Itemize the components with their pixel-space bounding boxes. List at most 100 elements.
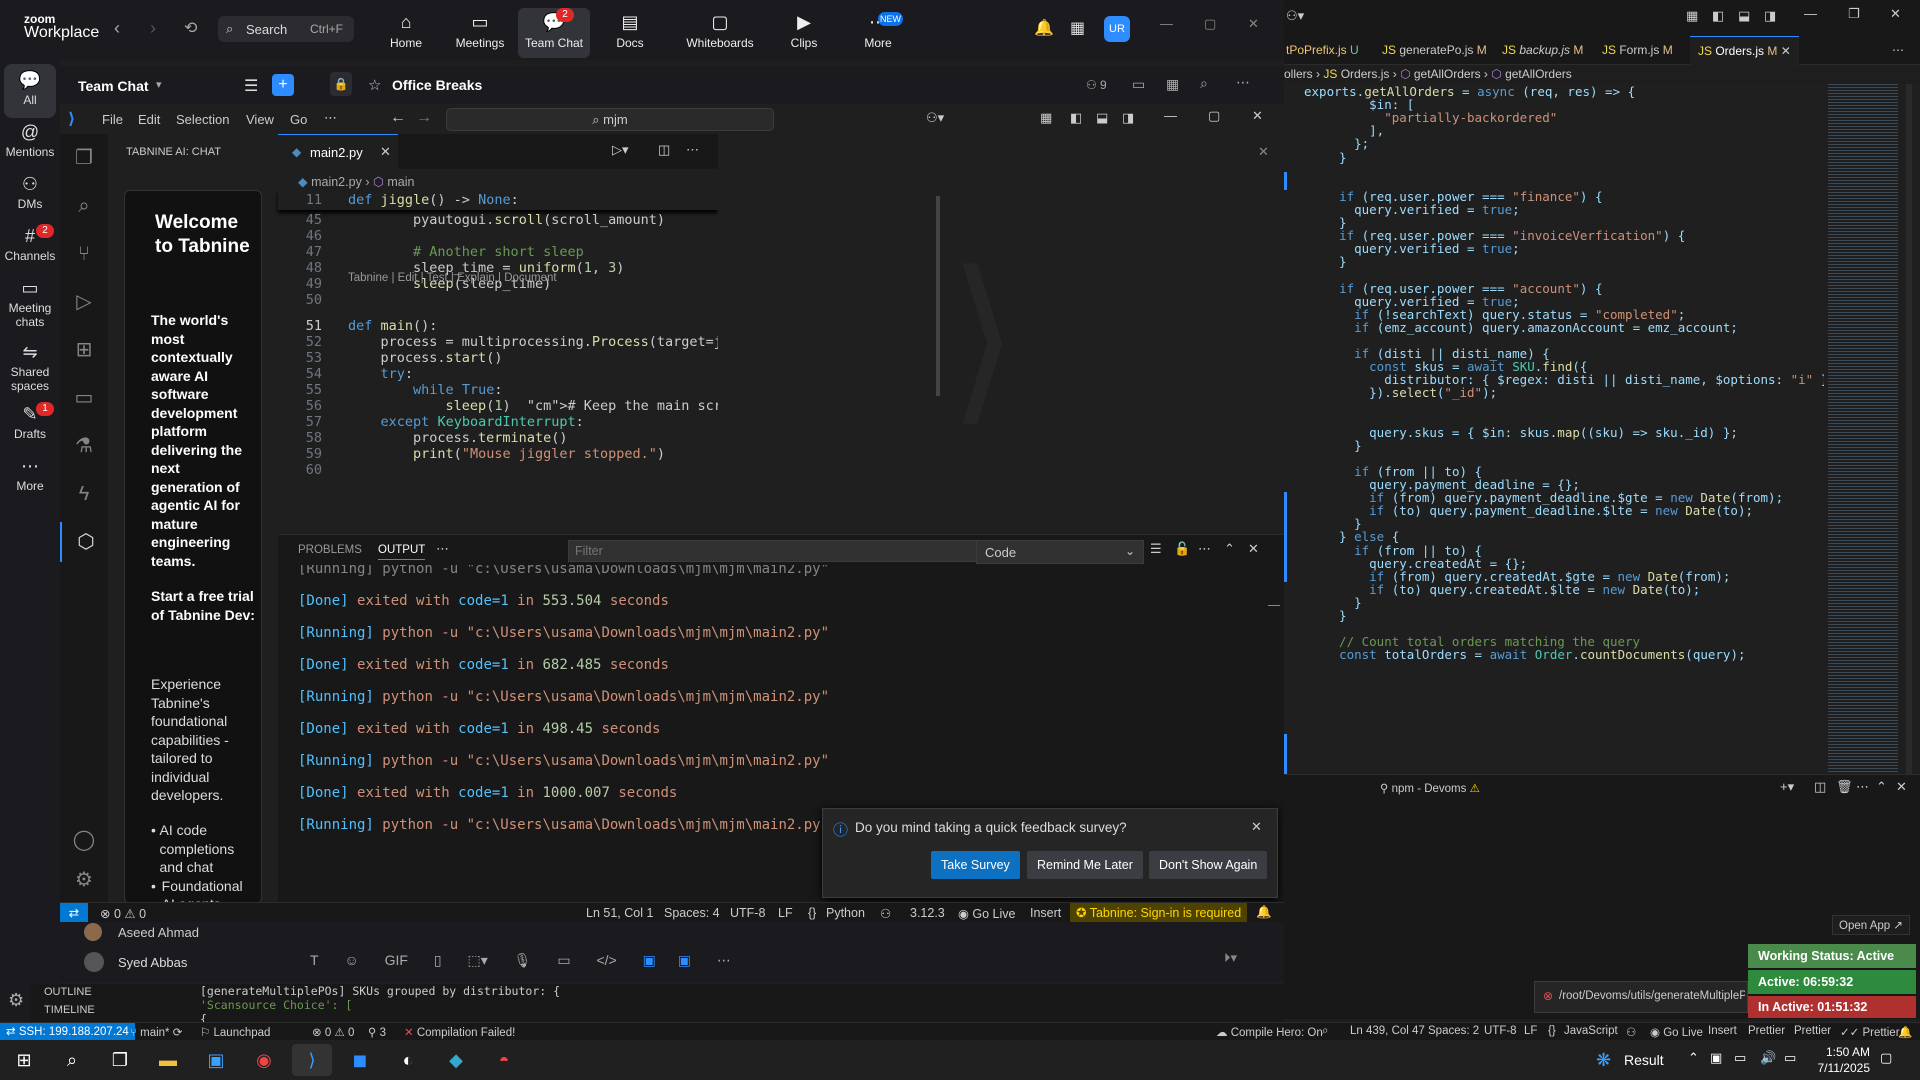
golive-status[interactable]: ◉ Go Live — [958, 906, 1015, 921]
zoom-search[interactable]: ⌕ Search Ctrl+F — [218, 16, 354, 42]
task-view-icon[interactable]: ❐ — [100, 1044, 140, 1076]
calendar-icon[interactable]: ▦ — [1166, 76, 1179, 93]
tray-icon[interactable]: ▣ — [1710, 1050, 1722, 1066]
screenshot-icon[interactable]: ⬚▾ — [467, 952, 487, 968]
manage-gear-icon[interactable]: ⚙ — [60, 860, 108, 900]
close-icon[interactable]: ✕ — [1258, 144, 1269, 160]
output-channel-select[interactable]: Code ⌄ — [976, 540, 1144, 564]
clear-output-icon[interactable]: ☰ — [1150, 541, 1162, 557]
toggle-panel-icon[interactable]: ⬓ — [1738, 8, 1750, 24]
encoding[interactable]: UTF-8 — [1484, 1025, 1517, 1037]
tab-home[interactable]: ⌂ Home — [370, 8, 442, 58]
cursor-position[interactable]: Ln 51, Col 1 — [586, 906, 653, 920]
terminal-name[interactable]: ⚲ npm - Devoms ⚠ — [1380, 781, 1480, 795]
scrollbar[interactable] — [1906, 84, 1912, 774]
new-chat-button[interactable]: + — [272, 74, 294, 96]
code-line[interactable]: query.skus = { $in: skus.map((sku) => sk… — [1324, 425, 1738, 440]
history-icon[interactable]: ⟲ — [184, 18, 197, 38]
code-line[interactable]: } — [1324, 150, 1347, 165]
toggle-sidebar-icon[interactable]: ◧ — [1712, 8, 1724, 24]
code-line[interactable]: query.verified = true; — [1324, 241, 1520, 256]
chevron-down-icon[interactable]: ▾ — [156, 78, 162, 91]
tab-clips[interactable]: ▶ Clips — [768, 8, 840, 58]
tab-backup[interactable]: JS backup.js M — [1502, 36, 1583, 64]
explorer-icon[interactable]: ❐ — [60, 138, 108, 178]
mic-icon[interactable]: 🎙 — [514, 952, 532, 968]
maximize-panel-icon[interactable]: ⌃ — [1224, 541, 1235, 557]
python-version[interactable]: 3.12.3 — [910, 906, 945, 920]
search-icon[interactable]: ⌕ — [60, 186, 108, 226]
maximize-icon[interactable]: ▢ — [1204, 16, 1216, 32]
close-tab-icon[interactable]: ✕ — [380, 144, 391, 160]
nav-channels[interactable]: # Channels 2 — [4, 224, 56, 263]
contact-name[interactable]: Aseed Ahmad — [118, 925, 199, 940]
editor-orders[interactable]: exports.getAllOrders = async (req, res) … — [1284, 84, 1828, 774]
more-icon[interactable]: ⋯ — [1198, 541, 1211, 557]
widget-result[interactable]: Result — [1624, 1052, 1664, 1068]
account-icon[interactable]: ◯ — [60, 820, 108, 860]
menu-file[interactable]: File — [102, 112, 123, 127]
extensions-icon[interactable]: ⊞ — [60, 330, 108, 370]
notifications-icon[interactable]: 🔔 — [1898, 1025, 1912, 1039]
breadcrumb-path[interactable]: ollers › JS Orders.js › ⬡ getAllOrders ›… — [1284, 67, 1572, 81]
tab-whiteboards[interactable]: ▢ Whiteboards — [680, 8, 760, 58]
toggle-secondary-icon[interactable]: ◨ — [1122, 110, 1134, 126]
timeline-section[interactable]: TIMELINE — [44, 1004, 95, 1016]
ssh-remote[interactable]: ⇄ SSH: 199.188.207.24 — [0, 1023, 135, 1041]
bell-icon[interactable]: 🔔 — [1034, 18, 1054, 38]
calendar-icon[interactable]: ▦ — [1070, 18, 1085, 38]
search-icon[interactable]: ⌕ — [52, 1044, 92, 1076]
prettier-status[interactable]: Prettier — [1794, 1025, 1831, 1037]
eol[interactable]: LF — [1524, 1025, 1537, 1037]
chrome-icon[interactable]: ◉ — [244, 1044, 284, 1076]
prettier-status[interactable]: Prettier — [1748, 1025, 1785, 1037]
lightning-icon[interactable]: ϟ — [60, 474, 108, 514]
more-icon[interactable]: ⋯ — [324, 110, 337, 126]
launchpad-status[interactable]: ⚐ Launchpad — [200, 1025, 270, 1039]
tabnine-status[interactable]: ✪ Tabnine: Sign-in is required — [1070, 903, 1248, 923]
close-icon[interactable]: ✕ — [1248, 16, 1259, 32]
star-icon[interactable]: ☆ — [368, 76, 381, 94]
problems-status[interactable]: ⊗ 0 ⚠ 0 — [312, 1025, 354, 1039]
insert-mode[interactable]: Insert — [1708, 1025, 1737, 1037]
tab-form[interactable]: JS Form.js M — [1602, 36, 1673, 64]
notifications-icon[interactable]: 🔔 — [1256, 905, 1272, 920]
trash-icon[interactable]: 🗑 — [1836, 779, 1853, 795]
search-icon[interactable]: ⌕ — [1200, 75, 1208, 92]
maximize-panel-icon[interactable]: ⌃ — [1876, 779, 1887, 795]
code-line[interactable]: } — [1324, 608, 1347, 623]
panel-tab-problems[interactable]: PROBLEMS — [298, 544, 362, 556]
language-mode[interactable]: JavaScript — [1564, 1025, 1618, 1037]
problems-status[interactable]: ⊗ 0 ⚠ 0 — [100, 906, 146, 921]
battery-icon[interactable]: ▭ — [1784, 1050, 1796, 1066]
clock[interactable]: 1:50 AM 7/11/2025 — [1808, 1044, 1871, 1076]
remote-explorer-icon[interactable]: ▭ — [60, 378, 108, 418]
weather-icon[interactable]: ❋ — [1596, 1050, 1611, 1071]
back-icon[interactable]: ‹ — [114, 18, 120, 39]
format-icon[interactable]: T — [310, 952, 319, 968]
chevron-up-icon[interactable]: ⌃ — [1688, 1050, 1699, 1066]
tab-poprefix[interactable]: tPoPrefix.js U — [1286, 36, 1359, 64]
minimap-slider[interactable] — [936, 196, 940, 396]
minimap[interactable] — [1824, 84, 1920, 774]
panel-tab-output[interactable]: OUTPUT — [378, 544, 426, 560]
code-line[interactable]: }).select("_id"); — [1324, 385, 1497, 400]
volume-icon[interactable]: 🔊 — [1760, 1050, 1776, 1066]
sticky-scroll[interactable]: 11 def jiggle() -> None: — [278, 190, 718, 210]
remote-icon[interactable]: ⇄ — [60, 903, 88, 923]
error-toast[interactable]: ⊗ /root/Devoms/utils/generateMultipleP — [1534, 981, 1748, 1013]
vscode-icon[interactable]: ⟩ — [292, 1044, 332, 1076]
code-line[interactable]: } — [1324, 254, 1347, 269]
more-icon[interactable]: ⋯ — [436, 541, 449, 557]
minimize-icon[interactable]: — — [1804, 6, 1817, 21]
copilot-icon[interactable]: ⚇▾ — [926, 110, 944, 126]
prettier-check-status[interactable]: ✓✓ Prettier — [1840, 1025, 1900, 1039]
menu-selection[interactable]: Selection — [176, 112, 229, 127]
open-app-button[interactable]: Open App ↗ — [1832, 915, 1910, 935]
golive-status[interactable]: ◉ Go Live — [1650, 1025, 1703, 1039]
code-line[interactable]: query.verified = true; — [1324, 202, 1520, 217]
app-icon[interactable]: ◆ — [436, 1044, 476, 1076]
maximize-icon[interactable]: ▢ — [1208, 108, 1220, 124]
video-icon[interactable]: ▭ — [1132, 76, 1145, 93]
nav-shared-spaces[interactable]: ⇋ Shared spaces — [4, 342, 56, 393]
